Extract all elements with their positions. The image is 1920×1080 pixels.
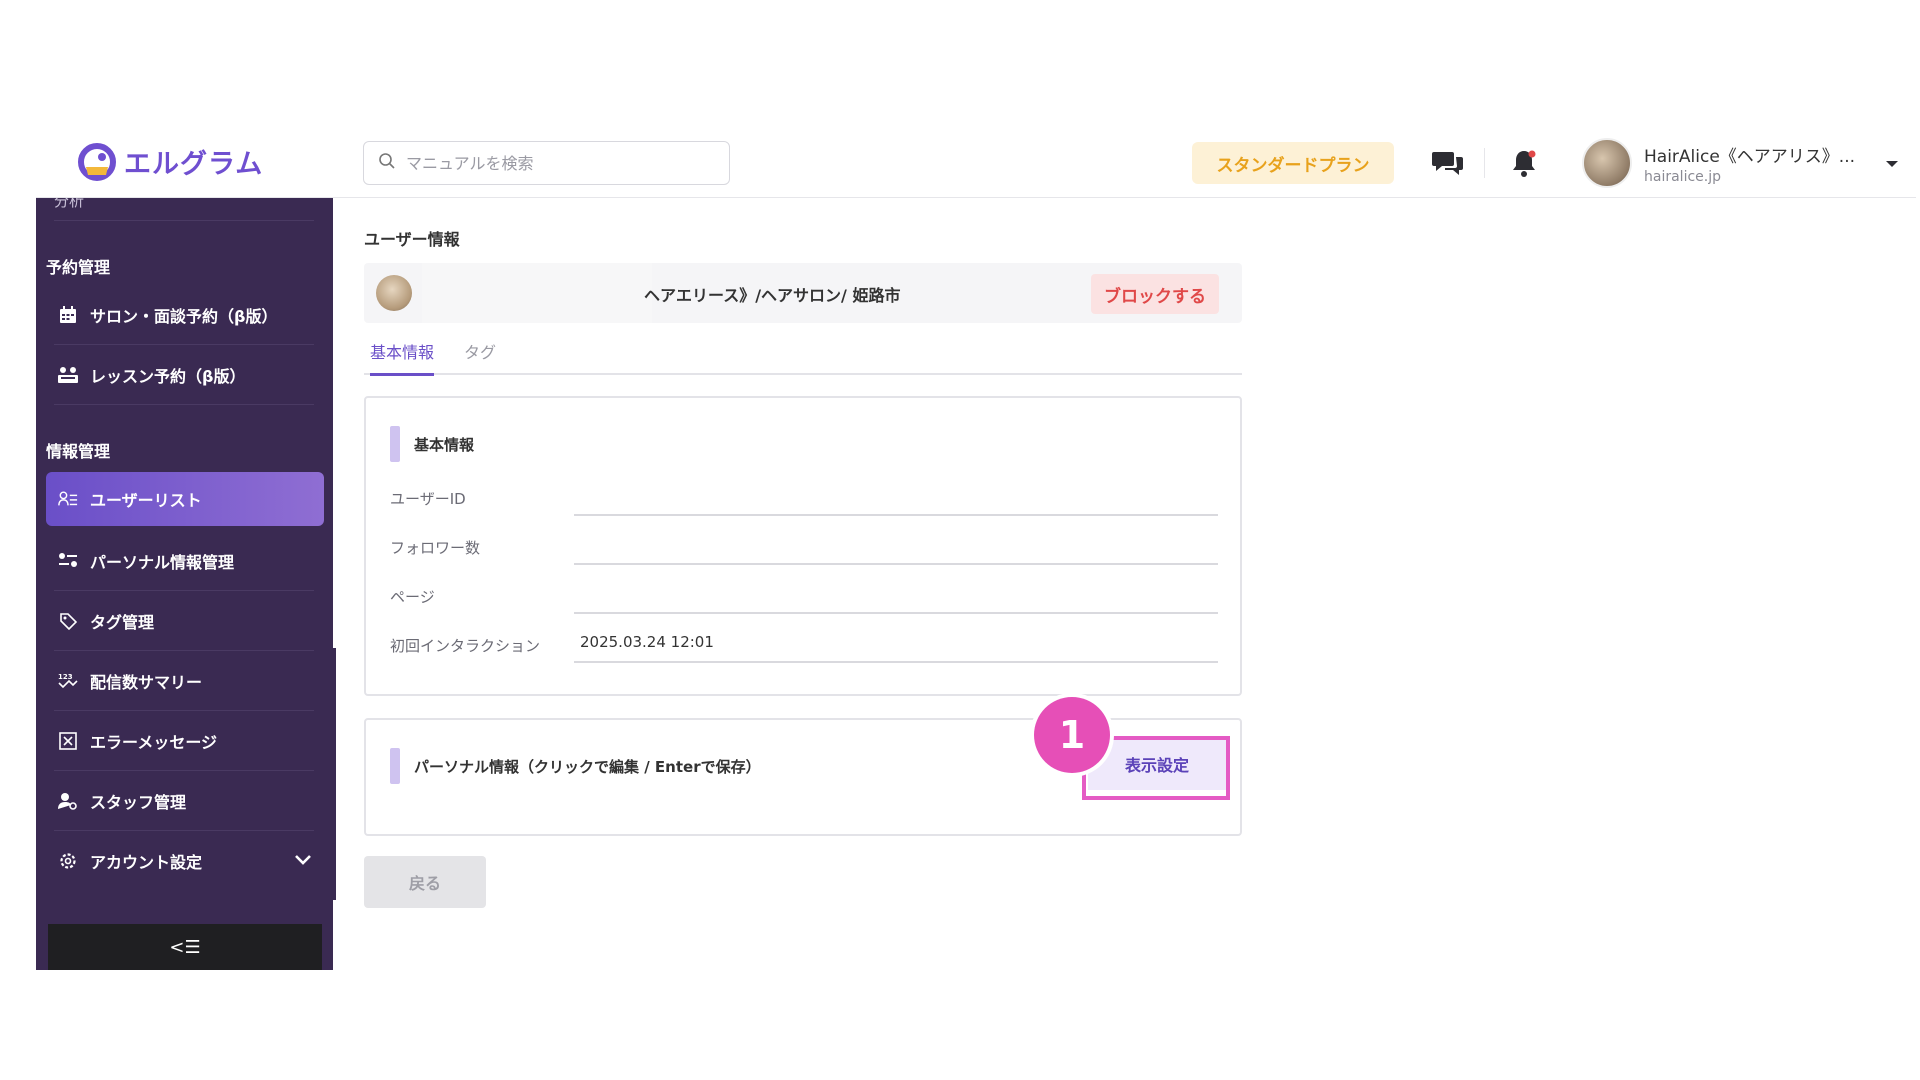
block-button[interactable]: ブロックする — [1091, 274, 1219, 314]
sidebar-item-error-message[interactable]: エラーメッセージ — [46, 714, 324, 768]
chat-button[interactable] — [1428, 144, 1468, 182]
header-divider — [1484, 148, 1485, 178]
page-title: ユーザー情報 — [364, 230, 460, 249]
back-button[interactable]: 戻る — [364, 856, 486, 908]
sidebar-item-label: ユーザーリスト — [90, 491, 202, 510]
card-header: パーソナル情報（クリックで編集 / Enterで保存） — [390, 748, 761, 784]
followers-field[interactable] — [574, 525, 1218, 565]
notification-button[interactable] — [1504, 144, 1544, 182]
accent-bar — [390, 748, 400, 784]
first-interaction-field[interactable]: 2025.03.24 12:01 — [574, 623, 1218, 663]
sidebar-divider — [54, 650, 314, 651]
user-name: ヘアエリース》/ヘアサロン/ 姫路市 — [644, 286, 901, 305]
card-header: 基本情報 — [390, 426, 474, 462]
page-field[interactable] — [574, 574, 1218, 614]
field-label-followers: フォロワー数 — [390, 539, 481, 557]
tag-icon — [58, 611, 78, 631]
tab-basic-info[interactable]: 基本情報 — [370, 339, 435, 376]
sidebar-item-summary[interactable]: 123 配信数サマリー — [46, 654, 324, 708]
svg-text:123: 123 — [58, 673, 73, 681]
field-label-page: ページ — [390, 588, 435, 606]
sidebar-divider — [54, 590, 314, 591]
search-input[interactable] — [406, 153, 706, 173]
display-settings-button[interactable]: 表示設定 — [1088, 738, 1226, 790]
sidebar-divider — [54, 830, 314, 831]
staff-icon — [58, 791, 78, 811]
error-icon — [58, 731, 78, 751]
personal-info-card: パーソナル情報（クリックで編集 / Enterで保存） 表示設定 1 — [364, 697, 1242, 836]
sidebar-item-user-list[interactable]: ユーザーリスト — [46, 472, 324, 526]
sidebar-item-label: サロン・面談予約（β版） — [90, 307, 278, 326]
user-id-field[interactable] — [574, 476, 1218, 516]
caret-down-icon[interactable] — [1885, 154, 1899, 173]
sidebar-item-lesson-reservation[interactable]: レッスン予約（β版） — [46, 348, 324, 402]
search-icon — [378, 152, 396, 174]
accent-bar — [390, 426, 400, 462]
personal-info-icon — [58, 551, 78, 571]
avatar — [376, 275, 412, 311]
basic-info-card: 基本情報 ユーザーID フォロワー数 ページ 初回インタラクション 2025.0… — [364, 396, 1242, 696]
sidebar: 分析 予約管理 サロン・面談予約（β版） レッスン予約（β版） 情報管理 ユーザ… — [36, 198, 333, 970]
sidebar-item-salon-reservation[interactable]: サロン・面談予約（β版） — [46, 288, 324, 342]
chat-icon — [1432, 152, 1463, 175]
sidebar-divider — [54, 770, 314, 771]
sidebar-item-account-settings[interactable]: アカウント設定 — [46, 834, 324, 888]
sidebar-collapse-button[interactable]: <☰ — [48, 924, 322, 970]
top-header: エルグラム スタンダードプラン HairAlice《ヘアアリス》... hair… — [36, 128, 1916, 198]
sidebar-item-personal-info[interactable]: パーソナル情報管理 — [46, 534, 324, 588]
card-title: 基本情報 — [414, 435, 475, 454]
logo-icon — [78, 142, 116, 181]
plan-badge[interactable]: スタンダードプラン — [1192, 142, 1394, 184]
sidebar-item-label: レッスン予約（β版） — [90, 367, 246, 386]
sidebar-item-label: 分析 — [54, 198, 85, 210]
tab-bar: 基本情報 タグ — [364, 333, 1242, 376]
sidebar-scrollbar[interactable] — [333, 648, 336, 900]
summary-icon: 123 — [58, 671, 78, 691]
search-box[interactable] — [363, 141, 730, 185]
logo-text: エルグラム — [124, 149, 264, 180]
gear-icon — [58, 851, 78, 871]
user-list-icon — [58, 489, 78, 509]
profile-domain: hairalice.jp — [1644, 168, 1721, 185]
sidebar-item-tag[interactable]: タグ管理 — [46, 594, 324, 648]
redacted-area — [422, 263, 652, 323]
user-header-bar: ヘアエリース》/ヘアサロン/ 姫路市 ブロックする — [364, 263, 1242, 323]
chevron-down-icon[interactable] — [294, 851, 312, 870]
field-label-first-interaction: 初回インタラクション — [390, 637, 541, 655]
sidebar-divider — [54, 710, 314, 711]
sidebar-divider — [54, 344, 314, 345]
profile-name: HairAlice《ヘアアリス》... — [1644, 146, 1856, 167]
sidebar-item-staff[interactable]: スタッフ管理 — [46, 774, 324, 828]
sidebar-item-cut[interactable]: 分析 — [54, 198, 84, 212]
sidebar-item-label: アカウント設定 — [90, 853, 203, 872]
profile-text: HairAlice《ヘアアリス》... hairalice.jp — [1644, 142, 1855, 185]
sidebar-heading-info: 情報管理 — [46, 442, 111, 461]
sidebar-heading-reservation: 予約管理 — [46, 258, 111, 277]
bell-icon — [1513, 150, 1536, 177]
main-content: ユーザー情報 ヘアエリース》/ヘアサロン/ 姫路市 ブロックする 基本情報 タグ… — [364, 198, 1264, 970]
field-label-user-id: ユーザーID — [390, 490, 466, 508]
sidebar-item-label: タグ管理 — [90, 613, 155, 632]
logo[interactable]: エルグラム — [78, 142, 263, 181]
sidebar-divider — [54, 220, 314, 221]
avatar — [1582, 138, 1632, 188]
profile-menu[interactable]: HairAlice《ヘアアリス》... hairalice.jp — [1582, 138, 1899, 188]
sidebar-item-label: スタッフ管理 — [90, 793, 187, 812]
sidebar-item-label: パーソナル情報管理 — [90, 553, 235, 572]
sidebar-divider — [54, 404, 314, 405]
card-title: パーソナル情報（クリックで編集 / Enterで保存） — [414, 757, 761, 776]
calendar-icon — [58, 305, 78, 325]
app-window: エルグラム スタンダードプラン HairAlice《ヘアアリス》... hair… — [36, 128, 1916, 970]
step-badge: 1 — [1034, 697, 1110, 773]
lesson-icon — [58, 365, 78, 385]
sidebar-item-label: 配信数サマリー — [90, 673, 203, 692]
sidebar-item-label: エラーメッセージ — [90, 733, 218, 752]
tab-tag[interactable]: タグ — [464, 339, 496, 373]
